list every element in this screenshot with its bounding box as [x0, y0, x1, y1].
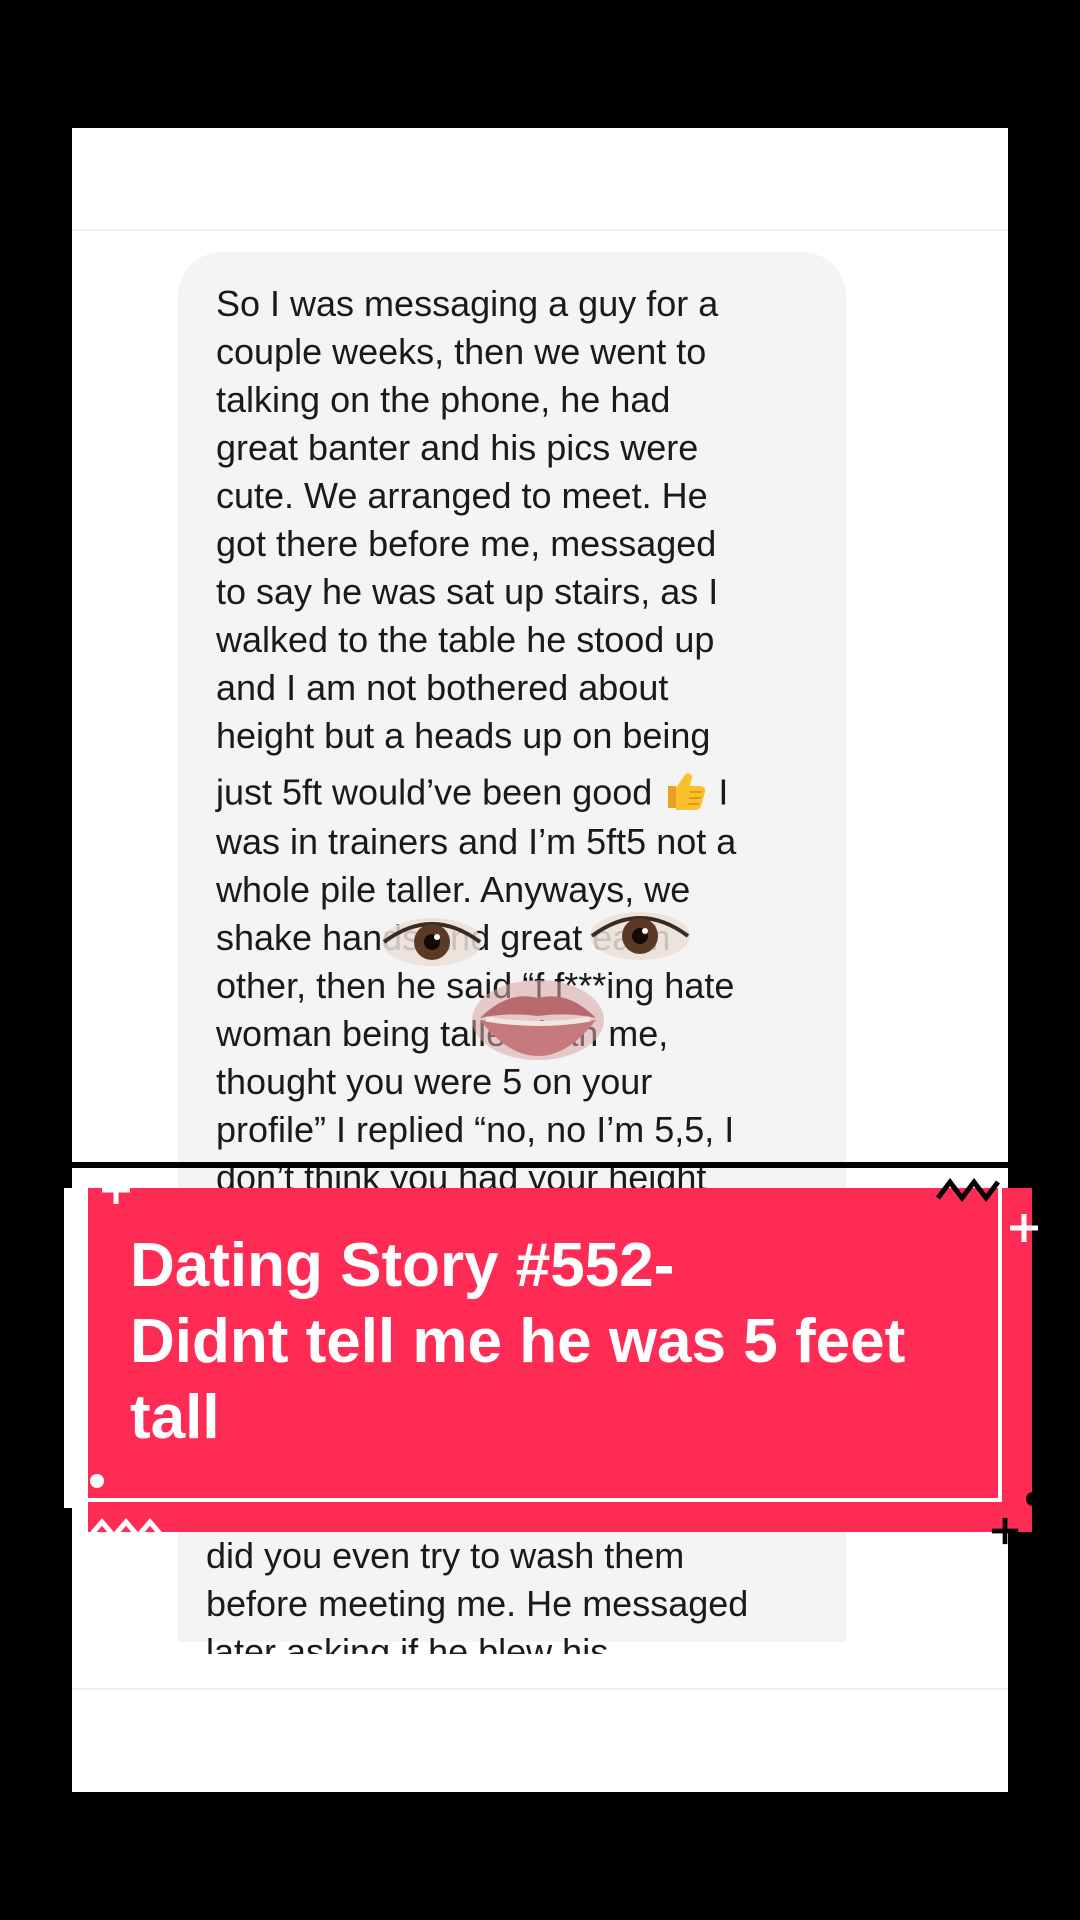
plus-sparkle-icon — [1010, 1214, 1038, 1242]
zigzag-decoration-icon — [936, 1177, 1000, 1203]
story-title: Dating Story #552- Didnt tell me he was … — [130, 1228, 990, 1456]
right-eye-icon — [590, 912, 690, 960]
message-line: profile” I replied “no, no I’m 5,5, I — [216, 1109, 735, 1150]
title-line: tall — [130, 1383, 220, 1452]
message-line-cut-off: later asking if he blew his — [206, 1631, 609, 1654]
message-line: thought you were 5 on your — [216, 1061, 653, 1102]
plus-sparkle-icon — [991, 1517, 1019, 1545]
dot-decoration-icon — [90, 1474, 104, 1488]
card-left-shadow — [64, 1188, 88, 1508]
message-line-text: just 5ft would’ve been good — [216, 771, 653, 813]
left-eye-icon — [382, 918, 482, 966]
thumbs-up-emoji-icon — [662, 766, 708, 824]
dot-decoration-icon — [1026, 1492, 1040, 1506]
message-line: cute. We arranged to meet. He — [216, 475, 708, 516]
top-divider — [72, 229, 1008, 231]
title-line: Didnt tell me he was 5 feet — [130, 1307, 906, 1376]
message-line: was in trainers and I’m 5ft5 not a — [216, 821, 737, 862]
zigzag-decoration-icon — [88, 1518, 164, 1540]
message-line: So I was messaging a guy for a — [216, 283, 719, 324]
message-line-text: I — [718, 771, 729, 813]
message-line: talking on the phone, he had — [216, 379, 671, 420]
screenshot-page: So I was messaging a guy for a couple we… — [72, 128, 1008, 1792]
message-line-with-emoji: just 5ft would’ve been good I — [216, 766, 728, 824]
mouth-icon — [472, 980, 604, 1060]
title-line: Dating Story #552- — [130, 1231, 675, 1300]
message-line: got there before me, messaged — [216, 523, 717, 564]
message-line: before meeting me. He messaged — [206, 1583, 749, 1624]
plus-sparkle-icon — [102, 1176, 130, 1204]
card-bottom-line — [88, 1498, 1002, 1502]
message-line: and I am not bothered about — [216, 667, 669, 708]
card-right-line — [998, 1188, 1002, 1502]
message-line: to say he was sat up stairs, as I — [216, 571, 719, 612]
message-line: great banter and his pics were — [216, 427, 699, 468]
message-line: walked to the table he stood up — [216, 619, 715, 660]
message-line: couple weeks, then we went to — [216, 331, 707, 372]
card-top-border — [72, 1162, 1008, 1168]
message-line: did you even try to wash them — [206, 1535, 685, 1576]
message-line: height but a heads up on being — [216, 715, 711, 756]
